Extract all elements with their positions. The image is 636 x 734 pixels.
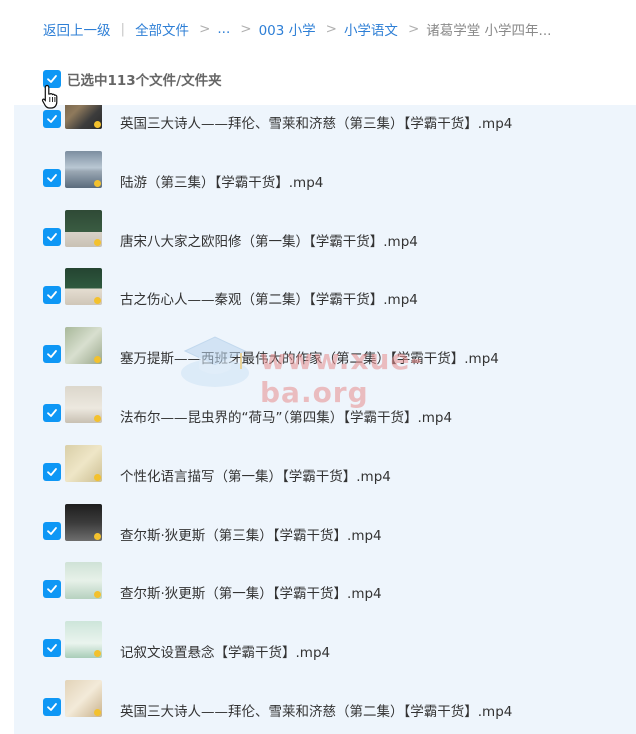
file-checkbox[interactable]: [43, 521, 61, 540]
video-thumbnail: [65, 562, 102, 600]
breadcrumb-chevron-icon: >: [407, 21, 420, 37]
video-thumbnail: [65, 621, 102, 659]
check-icon: [47, 526, 57, 535]
check-icon: [47, 585, 57, 594]
breadcrumb: 返回上一级 | 全部文件 > ... > 003 小学 > 小学语文 > 诸葛学…: [43, 18, 551, 40]
file-checkbox[interactable]: [43, 580, 61, 599]
file-name[interactable]: 英国三大诗人——拜伦、雪莱和济慈（第二集）【学霸干货】.mp4: [120, 700, 512, 720]
play-badge-icon: [94, 591, 101, 599]
video-thumbnail: [65, 105, 102, 129]
file-checkbox[interactable]: [43, 345, 61, 364]
check-icon: [47, 173, 57, 182]
left-edge: [0, 0, 14, 734]
file-checkbox[interactable]: [43, 286, 61, 305]
back-link[interactable]: 返回上一级: [43, 19, 111, 39]
file-name[interactable]: 记叙文设置悬念【学霸干货】.mp4: [120, 641, 330, 661]
file-name[interactable]: 查尔斯·狄更斯（第三集）【学霸干货】.mp4: [120, 524, 382, 544]
play-badge-icon: [94, 121, 101, 128]
check-icon: [47, 409, 57, 417]
file-row[interactable]: 查尔斯·狄更斯（第一集）【学霸干货】.mp4: [14, 560, 636, 618]
file-row[interactable]: 查尔斯·狄更斯（第三集）【学霸干货】.mp4: [14, 502, 636, 560]
play-badge-icon: [94, 415, 101, 422]
file-row[interactable]: 英国三大诗人——拜伦、雪莱和济慈（第三集）【学霸干货】.mp4: [14, 105, 636, 148]
file-checkbox[interactable]: [43, 404, 61, 422]
breadcrumb-divider: |: [120, 21, 126, 37]
file-row[interactable]: 唐宋八大家之欧阳修（第一集）【学霸干货】.mp4: [14, 208, 636, 266]
video-thumbnail: [65, 680, 102, 717]
file-name[interactable]: 唐宋八大家之欧阳修（第一集）【学霸干货】.mp4: [120, 230, 418, 250]
check-icon: [47, 232, 57, 241]
breadcrumb-current: 诸葛学堂 小学四年...: [426, 23, 552, 39]
breadcrumb-chevron-icon: >: [199, 21, 211, 37]
selection-count-label: 已选中113个文件/文件夹: [67, 73, 222, 89]
check-icon: [47, 115, 57, 123]
video-thumbnail: [65, 327, 102, 365]
video-thumbnail: [65, 150, 102, 188]
play-badge-icon: [94, 356, 101, 364]
file-checkbox[interactable]: [43, 639, 61, 658]
check-icon: [47, 703, 57, 711]
file-row[interactable]: 英国三大诗人——拜伦、雪莱和济慈（第二集）【学霸干货】.mp4: [14, 678, 636, 734]
video-thumbnail: [65, 444, 102, 482]
play-badge-icon: [94, 532, 101, 540]
file-checkbox[interactable]: [43, 698, 61, 716]
file-name[interactable]: 塞万提斯——西班牙最伟大的作家（第二集）【学霸干货】.mp4: [120, 347, 499, 367]
file-checkbox[interactable]: [43, 168, 61, 187]
video-thumbnail: [65, 268, 102, 306]
select-all-row: 已选中113个文件/文件夹: [43, 69, 222, 89]
file-name[interactable]: 法布尔——昆虫界的“荷马”（第四集）【学霸干货】.mp4: [120, 406, 452, 426]
breadcrumb-003-primary[interactable]: 003 小学: [259, 19, 316, 39]
file-name[interactable]: 陆游（第三集）【学霸干货】.mp4: [120, 171, 323, 191]
file-row[interactable]: 个性化语言描写（第一集）【学霸干货】.mp4: [14, 443, 636, 501]
hand-cursor-icon: [41, 84, 58, 109]
file-checkbox[interactable]: [43, 227, 61, 246]
play-badge-icon: [94, 238, 101, 246]
breadcrumb-primary-chinese[interactable]: 小学语文: [344, 19, 398, 39]
play-badge-icon: [94, 473, 101, 481]
video-thumbnail: [65, 386, 102, 423]
play-badge-icon: [94, 709, 101, 716]
check-icon: [47, 350, 57, 359]
breadcrumb-ellipsis[interactable]: ...: [217, 21, 230, 37]
play-badge-icon: [94, 179, 101, 187]
breadcrumb-chevron-icon: >: [325, 21, 337, 37]
file-row[interactable]: 陆游（第三集）【学霸干货】.mp4: [14, 149, 636, 207]
file-name[interactable]: 个性化语言描写（第一集）【学霸干货】.mp4: [120, 465, 391, 485]
file-list: 英国三大诗人——拜伦、雪莱和济慈（第三集）【学霸干货】.mp4 陆游（第三集）【学…: [14, 105, 636, 734]
check-icon: [47, 467, 57, 476]
file-row[interactable]: 塞万提斯——西班牙最伟大的作家（第二集）【学霸干货】.mp4: [14, 325, 636, 383]
breadcrumb-chevron-icon: >: [240, 21, 252, 37]
file-name[interactable]: 查尔斯·狄更斯（第一集）【学霸干货】.mp4: [120, 582, 382, 602]
video-thumbnail: [65, 503, 102, 541]
video-thumbnail: [65, 209, 102, 247]
play-badge-icon: [94, 650, 101, 658]
check-icon: [47, 291, 57, 300]
file-row[interactable]: 记叙文设置悬念【学霸干货】.mp4: [14, 619, 636, 677]
play-badge-icon: [94, 297, 101, 305]
file-name[interactable]: 英国三大诗人——拜伦、雪莱和济慈（第三集）【学霸干货】.mp4: [120, 112, 512, 132]
file-row[interactable]: 法布尔——昆虫界的“荷马”（第四集）【学霸干货】.mp4: [14, 384, 636, 442]
file-checkbox[interactable]: [43, 110, 61, 128]
file-checkbox[interactable]: [43, 462, 61, 481]
file-name[interactable]: 古之伤心人——秦观（第二集）【学霸干货】.mp4: [120, 288, 418, 308]
breadcrumb-all-files[interactable]: 全部文件: [135, 19, 189, 39]
file-row[interactable]: 古之伤心人——秦观（第二集）【学霸干货】.mp4: [14, 266, 636, 324]
check-icon: [47, 644, 57, 653]
